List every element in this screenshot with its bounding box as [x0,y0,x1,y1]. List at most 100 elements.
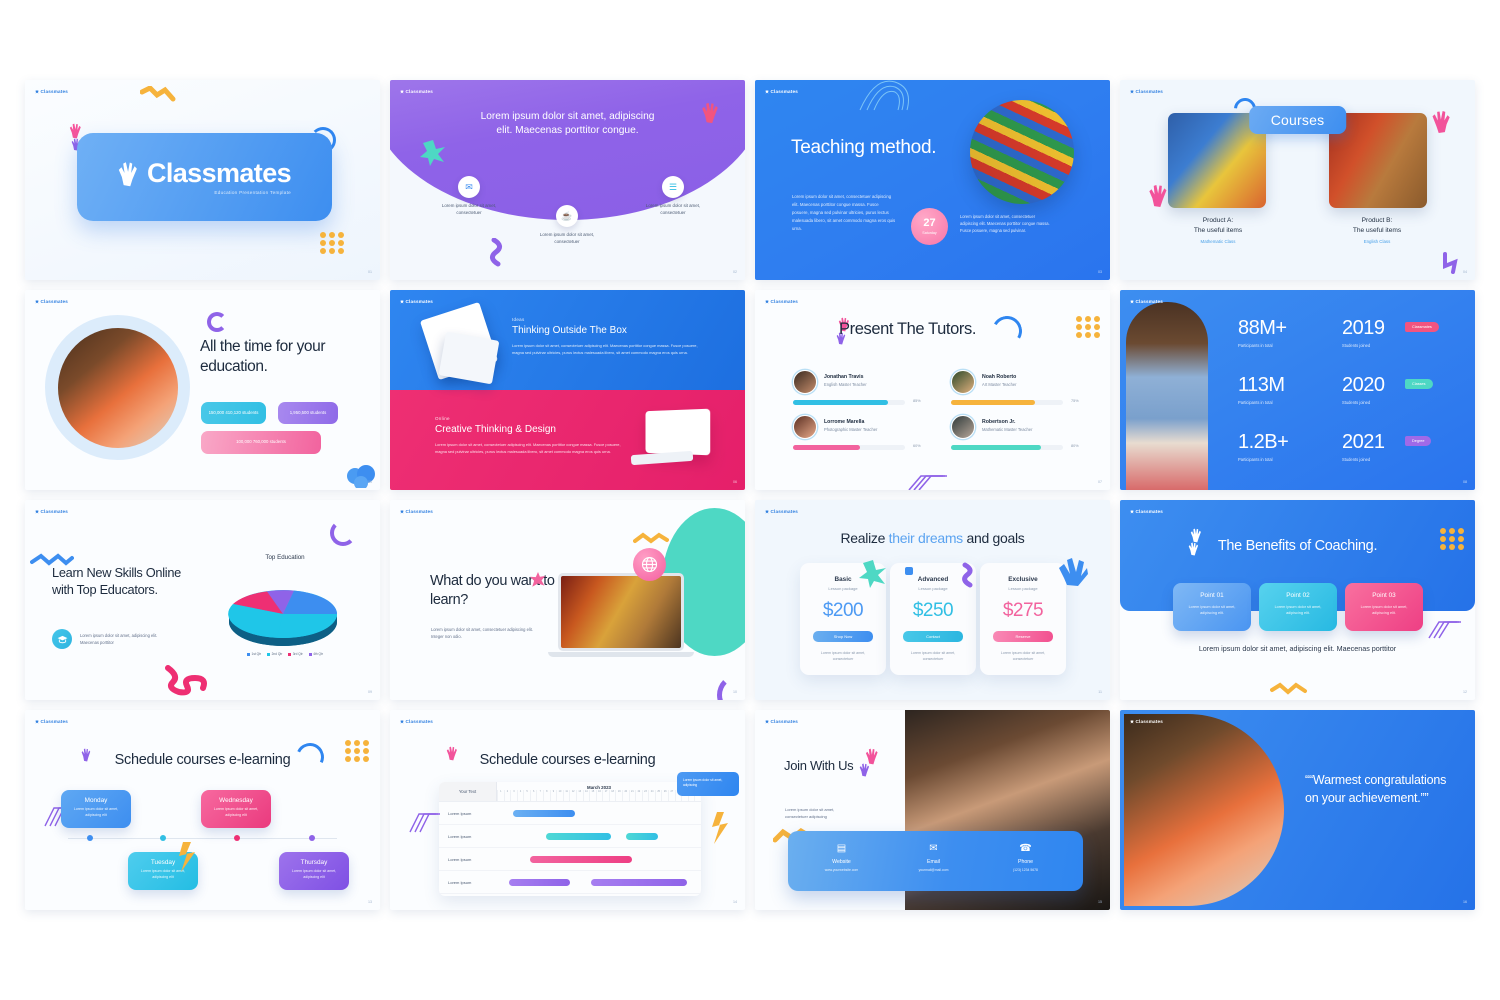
slide-schedule-gantt[interactable]: Classmates Schedule courses e-learning Y… [390,710,745,910]
point-card-2[interactable]: Point 03 Lorem ipsum dolor sit amet, adi… [1345,583,1423,631]
icon-badge-1: ☕ [556,205,578,227]
slide-tutors[interactable]: Classmates Present The Tutors. Jonathan … [755,290,1110,490]
page-title: All the time for your education. [200,338,326,376]
notepad-secondary-icon [438,331,500,385]
slide-number: 05 [368,480,372,484]
squiggle-pink-icon [165,665,207,696]
avatar [793,370,817,394]
slide-number: 15 [1098,900,1102,904]
price-card-advanced[interactable]: Advanced Lesson package $250 Contact Lor… [890,563,976,675]
stat-label: Participants in total [1238,457,1273,462]
stat-4: 1.2B+ Participants in total [1238,432,1289,462]
gantt-header: Your Text March 2023 1 2 3 4 5 6 7 8 9 10 11 12 13 14… [439,782,701,802]
tutor-percent: 85% [913,399,921,403]
stat-pill-2[interactable]: 100,000 760,000 students [201,431,321,454]
stack-lines-icon [908,475,947,490]
stat-tag-1: Classes [1405,379,1433,389]
contact-phone[interactable]: ☎ Phone (123) 1234 5678 [977,843,1074,872]
slide-join-with-us[interactable]: Classmates Join With Us Lorem ipsum dolo… [755,710,1110,910]
plan-cta-button[interactable]: Contact [903,631,963,642]
slide-title[interactable]: Classmates Classmates Education Presenta… [25,80,380,280]
student-photo [58,328,178,448]
day-tick: 21 [628,790,636,801]
slide-benefits[interactable]: Classmates The Benefits of Coaching. Poi… [1120,500,1475,700]
slide-number: 13 [368,900,372,904]
date-day: 27 [923,217,936,229]
slide-stats[interactable]: Classmates 88M+ Participants in total 20… [1120,290,1475,490]
day-tick: 12 [569,790,576,801]
gantt-panel[interactable]: Your Text March 2023 1 2 3 4 5 6 7 8 9 10 11 12 13 14… [439,782,701,896]
plan-cta-button[interactable]: Reserve [993,631,1053,642]
course-title-b: Product B: [1361,217,1393,224]
icon-badge-0: ✉ [458,176,480,198]
zigzag-orange-icon [140,86,176,102]
online-block: Online Creative Thinking & Design Lorem … [435,416,627,455]
squiggle-purple-icon [490,238,502,267]
plan-name: Advanced [917,576,949,583]
stat-3: 2020 Students joined [1342,375,1385,405]
slide-pie-chart[interactable]: Classmates Learn New Skills Online with … [25,500,380,700]
title-card: Classmates Education Presentation Templa… [77,133,332,221]
slide-teaching-method[interactable]: Classmates Teaching method. Lorem ipsum … [755,80,1110,280]
day-card-tuesday[interactable]: Tuesday Lorem ipsum dolor sit amet, adip… [128,852,198,890]
arc-blue-icon [988,312,1026,350]
gantt-bar [529,856,632,863]
purple-dome-shape [390,80,745,220]
gantt-row: Lorem Ipsum [439,848,701,871]
slide-number: 14 [733,900,737,904]
slide-thank-you[interactable]: Classmates “Warmest congratulations on y… [1120,710,1475,910]
slide-all-the-time[interactable]: Classmates All the time for your educati… [25,290,380,490]
logo: Classmates [400,89,433,94]
website-icon: ▤ [836,843,847,854]
body-text: Lorem ipsum dolor sit amet, consectetuer… [792,194,896,231]
day-tick: 25 [654,790,662,801]
dots-grid-icon [1076,316,1101,338]
contact-email[interactable]: ✉ Email yourmail@mail.com [885,843,982,872]
tutor-name: Noah Roberto [982,374,1017,380]
ideas-block: Ideas Thinking Outside The Box Lorem ips… [512,317,704,356]
dots-grid-icon [345,740,370,762]
title-part-a: Realize [840,530,889,546]
arc-purple-icon [717,674,745,700]
day-card-monday[interactable]: Monday Lorem ipsum dolor sit amet, adipi… [61,790,131,828]
star-icon [35,719,39,724]
page-title: What do you want to learn? [430,573,555,609]
slide-intro-icons[interactable]: Classmates Lorem ipsum dolor sit amet, a… [390,80,745,280]
course-tag-a: Mathematic Class [1200,239,1236,245]
day-name: Tuesday [150,859,176,866]
headline: Lorem ipsum dolor sit amet, adipiscing e… [480,111,655,137]
stat-2: 113M Participants in total [1238,375,1285,405]
day-card-thursday[interactable]: Thursday Lorem ipsum dolor sit amet, adi… [279,852,349,890]
plan-cta-button[interactable]: Shop Now [813,631,873,642]
contact-website[interactable]: ▤ Website www.yourwebsite.com [793,843,890,872]
hand-pink-right-icon [1429,110,1451,134]
plan-footnote: Lorem ipsum dolor sit amet, consectetuer [910,651,956,662]
slide-ideas-online[interactable]: Classmates Ideas Thinking Outside The Bo… [390,290,745,490]
presentation-template-preview: Classmates Classmates Education Presenta… [0,0,1500,1000]
slide-pricing[interactable]: Classmates Realize their dreams and goal… [755,500,1110,700]
day-tick: 10 [556,790,563,801]
slide-courses[interactable]: Classmates Courses Product A: The useful … [1120,80,1475,280]
point-card-1[interactable]: Point 02 Lorem ipsum dolor sit amet, adi… [1259,583,1337,631]
gantt-row-track [497,825,701,847]
price-card-basic[interactable]: Basic Lesson package $200 Shop Now Lorem… [800,563,886,675]
day-card-wednesday[interactable]: Wednesday Lorem ipsum dolor sit amet, ad… [201,790,271,828]
skill-bar-track [793,445,905,450]
day-tick: 24 [648,790,655,801]
course-subtitle-b: The useful items [1352,226,1402,234]
price-card-exclusive[interactable]: Exclusive Lesson package $275 Reserve Lo… [980,563,1066,675]
day-text: Lorem ipsum dolor sit amet, adipiscing e… [73,807,119,817]
tutor-role: Art Master Teacher [982,382,1017,387]
point-card-0[interactable]: Point 01 Lorem ipsum dolor sit amet, adi… [1173,583,1251,631]
plan-footnote: Lorem ipsum dolor sit amet, consectetuer [1000,651,1046,662]
stat-pill-1[interactable]: 1,950,500 students [278,402,338,424]
page-title: Realize their dreams and goals [840,530,1024,546]
slide-number: 09 [368,690,372,694]
ideas-eyebrow: Ideas [512,317,525,322]
slide-number: 07 [1098,480,1102,484]
avatar [951,415,975,439]
gantt-bar [545,833,612,840]
stat-pill-0[interactable]: 150,000 410,120 students [201,402,266,424]
slide-schedule-timeline[interactable]: Classmates Schedule courses e-learning M… [25,710,380,910]
slide-what-learn[interactable]: Classmates What do you want to learn? Lo… [390,500,745,700]
